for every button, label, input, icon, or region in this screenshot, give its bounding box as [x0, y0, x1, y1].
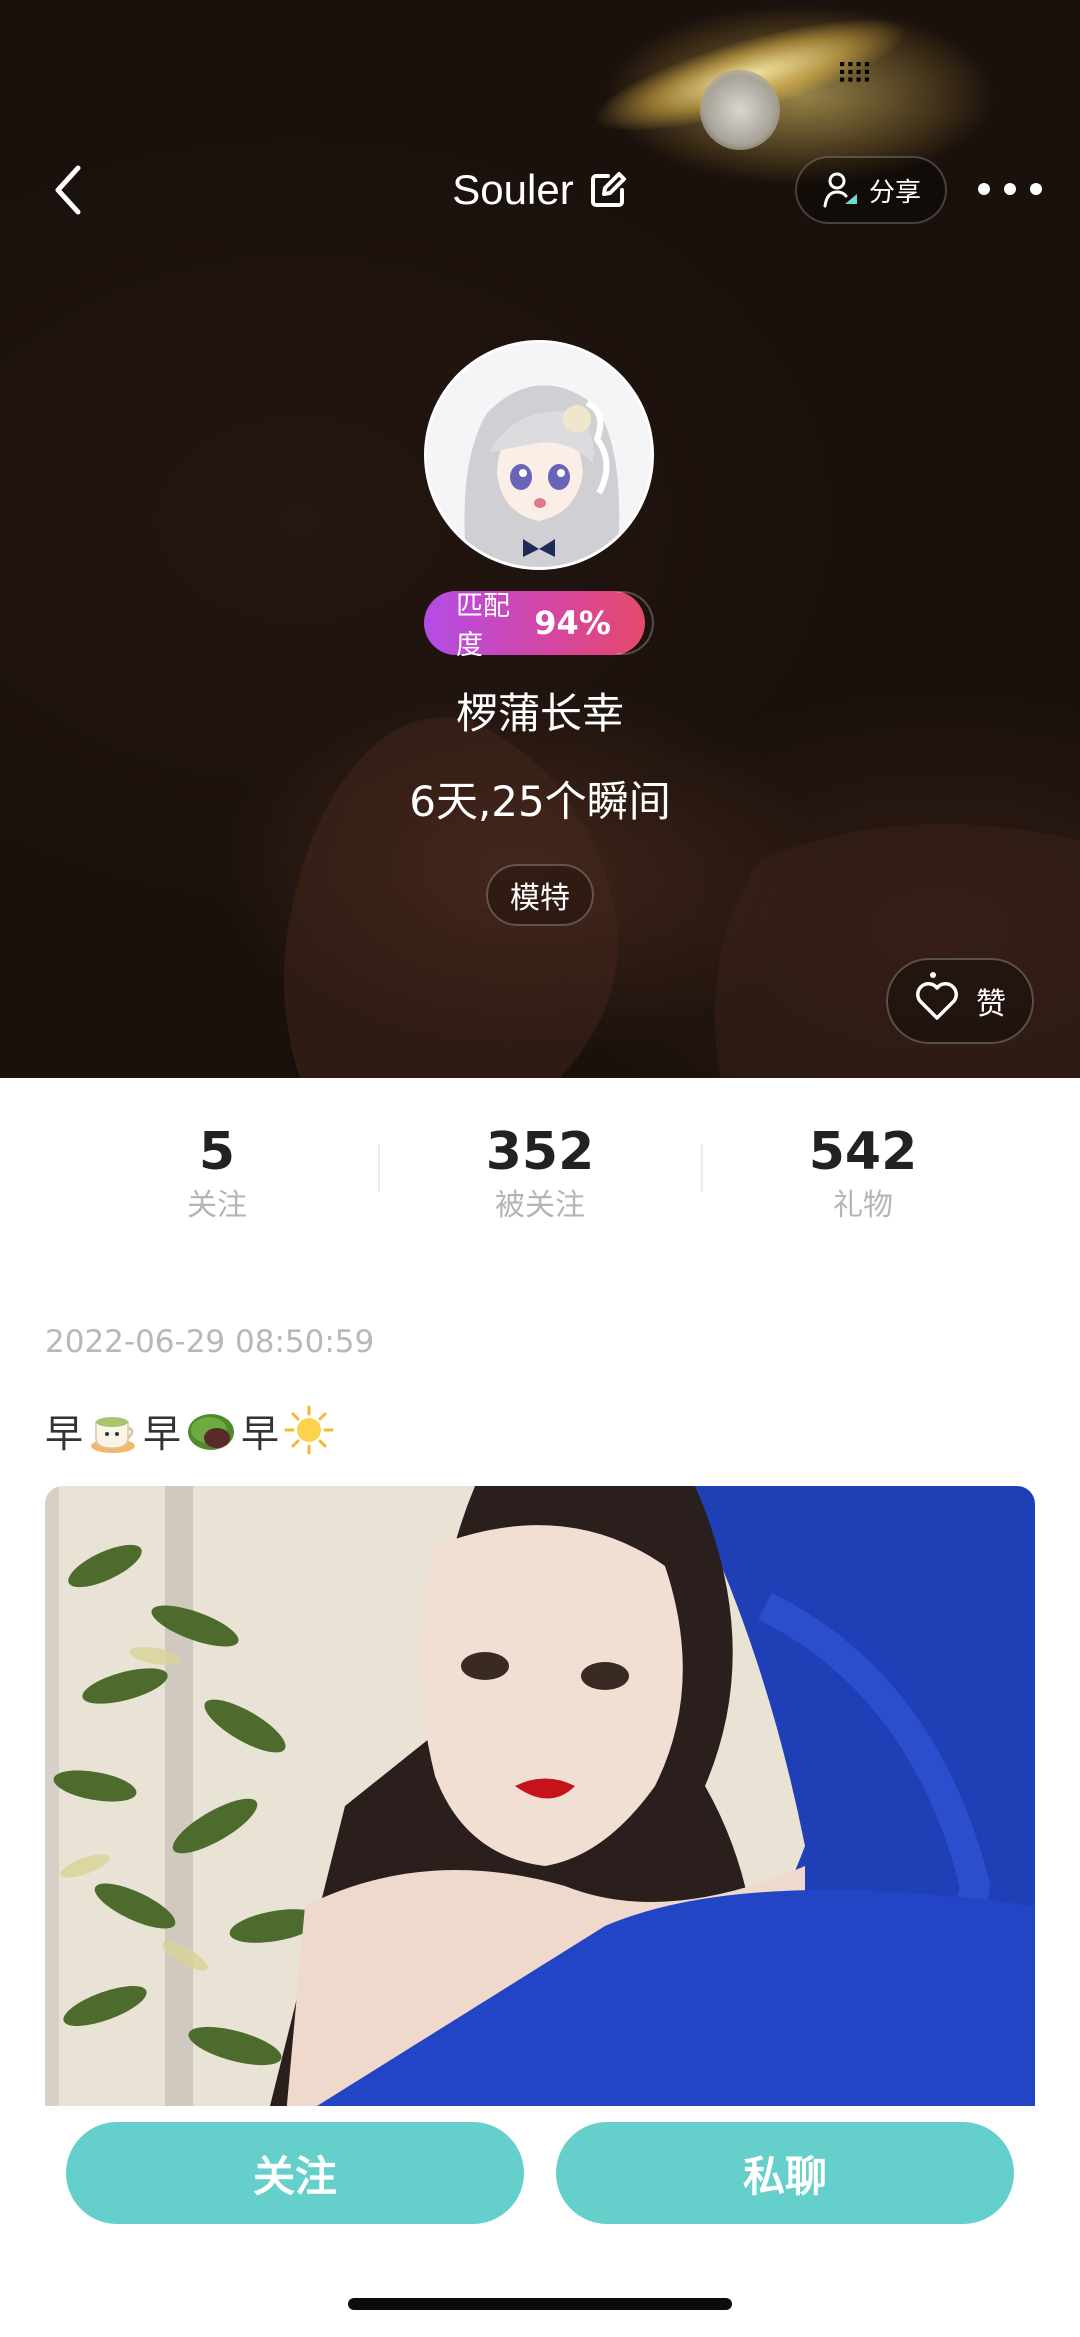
anime-avatar-image	[427, 343, 651, 567]
share-button[interactable]: 分享	[795, 156, 947, 224]
post-text-part: 早	[143, 1411, 182, 1456]
post-text-part: 早	[45, 1411, 84, 1456]
sun-emoji-icon	[284, 1405, 334, 1455]
following-count: 5	[198, 1122, 236, 1182]
more-dot	[978, 183, 990, 195]
post-timestamp: 2022-06-29 08:50:59	[45, 1324, 375, 1360]
match-rate-outline	[616, 591, 654, 655]
stat-followers[interactable]: 352 被关注	[450, 1118, 630, 1226]
follow-button[interactable]: 关注	[66, 2122, 524, 2224]
stats-divider	[378, 1144, 380, 1192]
like-button[interactable]: 赞	[886, 958, 1034, 1044]
rice-cake-emoji-icon	[188, 1414, 235, 1450]
share-label: 分享	[868, 177, 921, 208]
match-rate-value: 94%	[534, 604, 611, 642]
like-notification-dot	[930, 972, 936, 978]
stats-divider	[701, 1144, 703, 1192]
post-image[interactable]	[45, 1486, 1035, 2126]
match-rate-badge: 匹配度 94%	[424, 590, 654, 661]
followers-count: 352	[485, 1122, 595, 1182]
stat-following[interactable]: 5 关注	[127, 1118, 307, 1226]
profile-summary: 6天,25个瞬间	[409, 777, 671, 826]
match-rate-pill: 匹配度 94%	[424, 591, 645, 661]
user-share-icon	[823, 172, 857, 208]
edit-icon[interactable]	[588, 170, 628, 210]
gifts-label: 礼物	[833, 1188, 893, 1223]
username: 椤蒲长幸	[455, 689, 624, 738]
stat-gifts[interactable]: 542 礼物	[773, 1118, 953, 1226]
tea-cup-emoji-icon	[91, 1417, 136, 1453]
like-label: 赞	[976, 987, 1006, 1022]
profile-tag[interactable]: 模特	[486, 864, 594, 926]
more-dot	[1004, 183, 1016, 195]
home-indicator[interactable]	[348, 2298, 732, 2310]
post-photo-illustration	[45, 1486, 1035, 2126]
more-dot	[1030, 183, 1042, 195]
heart-icon	[916, 982, 958, 1020]
more-options-button[interactable]	[978, 174, 1042, 204]
post-text-part: 早	[241, 1411, 280, 1456]
following-label: 关注	[187, 1188, 247, 1223]
followers-label: 被关注	[495, 1188, 585, 1223]
post-text: 早 早 早	[45, 1400, 335, 1460]
gifts-count: 542	[808, 1122, 918, 1182]
private-chat-button[interactable]: 私聊	[556, 2122, 1014, 2224]
match-rate-label: 匹配度	[456, 591, 510, 661]
page-title: Souler	[452, 166, 574, 213]
avatar[interactable]	[424, 340, 654, 570]
